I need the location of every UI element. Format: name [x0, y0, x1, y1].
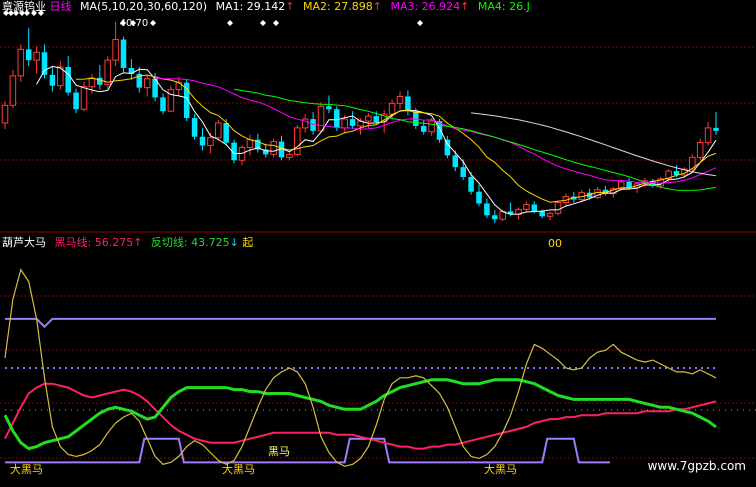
ma2-value: MA2: 27.898: [303, 0, 373, 13]
candle-down: [160, 97, 166, 112]
signal-label: 黑马: [268, 445, 290, 458]
candle-up: [317, 105, 325, 132]
candle-up: [33, 51, 40, 61]
candle-up: [696, 142, 704, 158]
ma-params: MA(5,10,20,30,60,120): [80, 0, 208, 13]
candle-up: [270, 141, 277, 155]
period-label: 日线: [49, 0, 72, 13]
purple-signal-line: [5, 437, 610, 464]
candle-down: [531, 204, 538, 212]
candle-up: [9, 75, 17, 106]
candle-up: [523, 203, 530, 210]
stock-name: 章源钨业: [2, 0, 46, 13]
candle-up: [1, 104, 9, 124]
ma1-value: MA1: 29.142: [215, 0, 286, 13]
candle-down: [41, 52, 48, 75]
candle-up: [143, 78, 151, 89]
candle-down: [468, 176, 474, 192]
candle-down: [373, 116, 380, 122]
diamond-marker: [227, 20, 233, 26]
candle-down: [444, 139, 451, 156]
candle-up: [396, 95, 404, 104]
ma3-value: MA3: 26.924: [390, 0, 461, 13]
candle-down: [713, 127, 719, 131]
ma4-value: MA4: 26.J: [477, 0, 530, 13]
candle-down: [334, 109, 340, 128]
candle-up: [294, 127, 301, 155]
candle-down: [25, 49, 32, 61]
candle-down: [120, 39, 127, 68]
candle-down: [460, 167, 466, 177]
ma1-arrow: ↑: [285, 0, 295, 13]
candle-down: [484, 203, 490, 216]
candle-down: [420, 125, 427, 132]
ma3-arrow: ↑: [460, 0, 470, 13]
indicator-panel: [3, 268, 756, 467]
diamond-marker: [260, 20, 266, 26]
watermark: www.7gpzb.com: [647, 459, 746, 473]
candle-up: [388, 102, 396, 115]
diamond-marker: [417, 20, 423, 26]
signal-label: 大黑马: [222, 462, 255, 476]
fanqie-value: 反切线: 43.725: [150, 236, 230, 249]
candle-down: [349, 119, 356, 126]
diamond-marker: [150, 20, 156, 26]
ma2-arrow: ↑: [372, 0, 382, 13]
candle-up: [88, 77, 96, 88]
ma-line-ma5: [471, 112, 717, 177]
candle-down: [191, 118, 198, 137]
candle-down: [65, 67, 71, 93]
grid-lines: [0, 46, 756, 459]
candle-down: [476, 191, 482, 204]
heima-arrow: ↑: [133, 236, 143, 249]
candle-up: [286, 153, 293, 158]
candle-down: [326, 106, 332, 110]
ma-line-ma3: [155, 77, 717, 184]
candle-up: [207, 137, 214, 147]
fanqie-arrow: ↓: [229, 236, 239, 249]
signal-label: 大黑马: [10, 462, 43, 476]
diamond-marker: [273, 20, 279, 26]
candle-up: [341, 118, 348, 129]
candle-up: [428, 120, 435, 133]
candle-down: [452, 155, 459, 168]
main-chart-header: 章源钨业 日线 MA(5,10,20,30,60,120) MA1: 29.14…: [2, 1, 530, 13]
candle-down: [97, 77, 103, 85]
candle-down: [539, 211, 545, 217]
candle-up: [80, 86, 88, 110]
indicator-header: 葫芦大马 黑马线: 56.275↑ 反切线: 43.725↓ 起: [2, 237, 253, 249]
candle-up: [554, 202, 562, 214]
candle-up: [365, 115, 372, 122]
candle-down: [73, 92, 79, 110]
signal-label: 大黑马: [484, 462, 517, 476]
candle-up: [215, 122, 222, 139]
candle-up: [104, 59, 111, 86]
purple-top-line: [5, 317, 716, 329]
candle-up: [704, 127, 712, 144]
candle-down: [199, 136, 206, 146]
candle-down: [49, 74, 56, 86]
tail-text: 起: [242, 236, 254, 249]
candle-up: [246, 139, 254, 149]
heima-value: 黑马线: 56.275: [54, 236, 134, 249]
candle-down: [405, 96, 411, 112]
value-00: 00: [548, 237, 562, 250]
candle-up: [112, 39, 119, 61]
candle-down: [492, 215, 498, 220]
candle-up: [17, 48, 25, 77]
candle-up: [546, 212, 554, 217]
candle-down: [223, 122, 229, 143]
indicator-title: 葫芦大马: [2, 236, 46, 249]
